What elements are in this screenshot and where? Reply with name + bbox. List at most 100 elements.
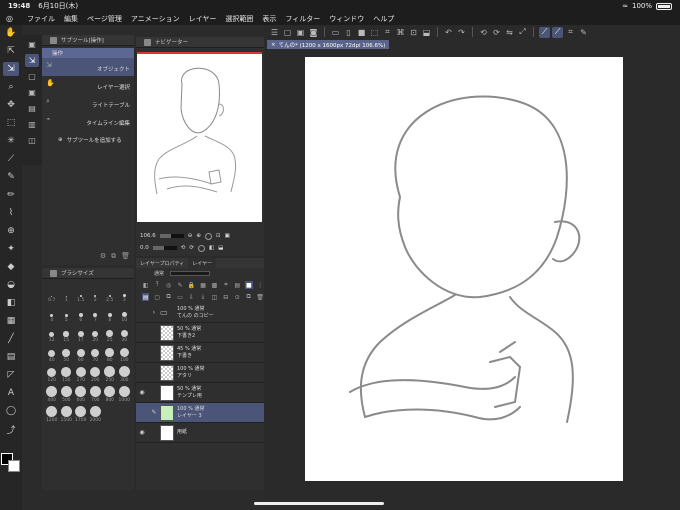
gradient-icon[interactable]: ▦	[3, 314, 19, 328]
delete-layer-icon[interactable]: 🗑	[256, 293, 264, 301]
visibility-toggle[interactable]: ◉	[136, 389, 148, 396]
selection-icon[interactable]: ⬚	[3, 116, 19, 130]
brush-size-preset[interactable]: 100	[118, 345, 132, 363]
subtool-tab[interactable]: サブツール[操作]	[42, 35, 134, 46]
subtool-group-icon[interactable]: ▢	[25, 70, 39, 83]
canvas-area[interactable]	[265, 49, 680, 510]
visibility-toggle[interactable]: ◉	[136, 429, 148, 436]
brush-size-preset[interactable]: 50	[60, 345, 74, 363]
subtool-group-icon[interactable]: ▤	[25, 102, 39, 115]
brush-size-preset[interactable]: 200	[89, 365, 103, 383]
subtool-item-layer-select[interactable]: ✋ レイヤー選択	[42, 76, 134, 94]
menu-dots-icon[interactable]: ⋮	[257, 281, 264, 289]
ruler-snap-icon[interactable]: ⟋	[539, 26, 550, 38]
home-indicator[interactable]	[254, 502, 384, 505]
lock-icon[interactable]: 🔒	[188, 281, 195, 289]
menu-window[interactable]: ウィンドウ	[329, 14, 364, 24]
trash-icon[interactable]: 🗑	[121, 252, 130, 261]
fill-icon[interactable]: ■	[356, 27, 367, 38]
lock-transparent-icon[interactable]: ▦	[199, 281, 206, 289]
brush-size-preset[interactable]: 80	[103, 345, 117, 363]
navigator-preview[interactable]	[137, 52, 262, 222]
brush-size-preset[interactable]: 40	[45, 345, 59, 363]
rotate-reset-icon[interactable]	[197, 244, 205, 252]
apply-mask-icon[interactable]: ⊟	[222, 293, 229, 301]
brush-size-preset[interactable]: 400	[45, 385, 59, 403]
fit-icon[interactable]: ⤢	[517, 27, 528, 38]
layer-settings-icon[interactable]: ⊙	[234, 293, 241, 301]
subtool-group-icon[interactable]: ▣	[25, 38, 39, 51]
rotate-slider[interactable]	[152, 246, 177, 250]
brush-icon[interactable]: ⌇	[3, 206, 19, 220]
subtool-item-light-table[interactable]: ⌕ ライトテーブル	[42, 94, 134, 112]
brush-size-preset[interactable]: 1	[60, 285, 74, 303]
palette-color-icon[interactable]: ▤	[234, 281, 241, 289]
add-subtool-button[interactable]: ⊕ サブツールを追加する	[42, 136, 134, 144]
brush-size-preset[interactable]: 1500	[60, 405, 74, 423]
text-icon[interactable]: A	[3, 386, 19, 400]
layer-view-icon[interactable]: ▤	[142, 293, 150, 301]
subtool-group-icon[interactable]: ◫	[25, 134, 39, 147]
brush-size-preset[interactable]: 20	[89, 325, 103, 343]
document-tab[interactable]: × てんの* (1200 x 1600px 72dpi 106.6%)	[267, 40, 390, 49]
decoration-icon[interactable]: ✦	[3, 242, 19, 256]
brush-size-preset[interactable]: 1200	[45, 405, 59, 423]
new-folder-icon[interactable]: ▭	[176, 293, 183, 301]
layer-row-folder[interactable]: › ▭ 100 % 通常 てんの のコピー	[136, 303, 264, 323]
tab-layer[interactable]: レイヤー	[188, 258, 217, 268]
transform-icon[interactable]: ⬚	[369, 27, 380, 38]
menu-selection[interactable]: 選択範囲	[225, 14, 253, 24]
flip-v-icon[interactable]: ⬓	[218, 245, 223, 251]
layer-color-mode-icon[interactable]: ■	[245, 281, 253, 289]
mask-icon[interactable]: ▩	[211, 281, 218, 289]
brush-size-preset[interactable]: 7	[89, 305, 103, 323]
expand-folder-icon[interactable]: ›	[148, 309, 160, 316]
transform-tool-icon[interactable]: ⇱	[3, 44, 19, 58]
rotate-cw-icon[interactable]: ⟳	[189, 245, 194, 251]
layer-row[interactable]: 100 % 通常 アタリ	[136, 363, 264, 383]
special-ruler-snap-icon[interactable]: ⟋	[552, 26, 563, 38]
fill-tool-icon[interactable]: ◧	[3, 296, 19, 310]
brush-size-preset[interactable]: 70	[89, 345, 103, 363]
brush-size-preset[interactable]: 25	[103, 325, 117, 343]
zoom-out-icon[interactable]: ⊖	[188, 233, 193, 239]
subtool-group-icon[interactable]: ▣	[25, 86, 39, 99]
layer-row-selected[interactable]: ✎ 100 % 通常 レイヤー 3	[136, 403, 264, 423]
brush-size-preset[interactable]: 8	[103, 305, 117, 323]
brush-size-preset[interactable]: 1700	[74, 405, 88, 423]
opacity-slider[interactable]	[170, 271, 211, 276]
redo-icon[interactable]: ↷	[456, 27, 467, 38]
correct-line-icon[interactable]: ⤴	[3, 422, 19, 436]
menu-view[interactable]: 表示	[262, 14, 276, 24]
actual-size-icon[interactable]: ▣	[225, 233, 230, 239]
zoom-reset-icon[interactable]	[204, 232, 212, 240]
zoom-in-icon[interactable]: ⊕	[196, 233, 201, 239]
brush-size-preset[interactable]: 30	[118, 325, 132, 343]
clip-icon[interactable]: ⤒	[153, 281, 160, 289]
menu-filter[interactable]: フィルター	[285, 14, 320, 24]
grid-snap-icon[interactable]: ⌗	[565, 27, 576, 38]
subtool-group-icon[interactable]: ▥	[25, 118, 39, 131]
menu-layer[interactable]: レイヤー	[189, 14, 217, 24]
blend-mode-select[interactable]: 通常	[154, 270, 164, 277]
save-icon[interactable]: ◙	[308, 27, 319, 38]
brush-size-preset[interactable]: 800	[103, 385, 117, 403]
reference-icon[interactable]: ◎	[165, 281, 172, 289]
layer-row[interactable]: 45 % 通常 下書き	[136, 343, 264, 363]
brush-size-preset[interactable]: 6	[74, 305, 88, 323]
brush-size-preset[interactable]: 120	[45, 365, 59, 383]
brush-size-preset[interactable]: 1.5	[74, 285, 88, 303]
rotate-left-icon[interactable]: ⟲	[478, 27, 489, 38]
selection-launcher-icon[interactable]: ⬓	[421, 27, 432, 38]
layer-mask-icon[interactable]: ◫	[211, 293, 218, 301]
brush-size-preset[interactable]: 500	[60, 385, 74, 403]
hamburger-menu-icon[interactable]: ☰	[269, 27, 280, 38]
figure-icon[interactable]: ╱	[3, 332, 19, 346]
menu-help[interactable]: ヘルプ	[373, 14, 394, 24]
brush-size-preset[interactable]: 2.5	[103, 285, 117, 303]
color-chips[interactable]	[1, 453, 21, 473]
hand-icon[interactable]: ✋	[3, 26, 19, 40]
operation-tool-icon[interactable]: ⇲	[3, 62, 19, 76]
crop-icon[interactable]: ⊡	[408, 27, 419, 38]
menu-animation[interactable]: アニメーション	[131, 14, 180, 24]
